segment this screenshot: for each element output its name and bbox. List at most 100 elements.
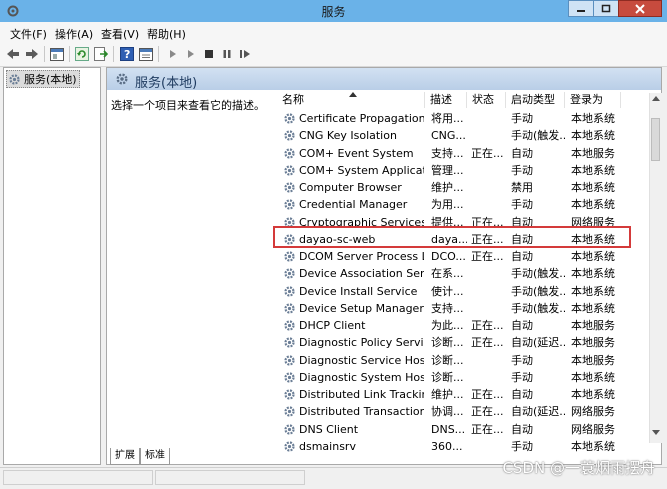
start-alt-icon[interactable] <box>183 46 199 62</box>
service-row[interactable]: Diagnostic Policy Service 诊断... 正在... 自动(延迟… <box>277 334 647 351</box>
back-arrow-icon[interactable] <box>5 46 21 62</box>
gear-icon <box>283 129 296 142</box>
service-logon-as: 本地服务 <box>571 319 615 332</box>
service-row[interactable]: DHCP Client 为此... 正在... 自动 本地服务 <box>277 317 647 334</box>
gear-icon <box>283 181 296 194</box>
service-row[interactable]: CNG Key Isolation CNG... 手动(触发... 本地系统 <box>277 127 647 144</box>
service-description: 在系... <box>431 267 464 281</box>
start-service-icon[interactable] <box>165 46 181 62</box>
service-logon-as: 本地系统 <box>571 129 615 143</box>
service-description: 维护... <box>431 181 464 194</box>
panel-title: 服务(本地) <box>135 76 198 91</box>
maximize-icon <box>601 4 611 13</box>
service-name: Distributed Link Tracking... <box>299 388 424 401</box>
gear-icon <box>283 319 296 332</box>
export-list-icon[interactable] <box>93 46 109 62</box>
service-row[interactable]: Distributed Transaction C... 协调... 正在... 自动… <box>277 403 647 420</box>
service-row[interactable]: Device Install Service 使计... 手动(触发... 本地系统 <box>277 283 647 300</box>
close-button[interactable] <box>618 0 662 17</box>
service-startup-type: 手动 <box>511 163 533 177</box>
service-description: 为用... <box>431 198 464 212</box>
service-row[interactable]: DCOM Server Process La... DCO... 正在... 自动 本地… <box>277 248 647 265</box>
service-logon-as: 本地系统 <box>571 198 615 212</box>
service-startup-type: 禁用 <box>511 181 533 194</box>
service-startup-type: 自动 <box>511 250 533 263</box>
service-description: 管理... <box>431 163 464 177</box>
service-name: Device Install Service <box>299 284 418 298</box>
stop-service-icon[interactable] <box>201 46 217 62</box>
service-description: 诊断... <box>431 336 464 350</box>
service-status: 正在... <box>471 405 504 419</box>
service-logon-as: 本地服务 <box>571 353 615 367</box>
title-bar: 服务 <box>0 0 667 22</box>
scroll-up-icon[interactable] <box>652 96 660 101</box>
sort-ascending-icon <box>349 92 357 97</box>
forward-arrow-icon[interactable] <box>24 46 40 62</box>
properties-icon[interactable] <box>138 46 154 62</box>
menu-view[interactable]: 查看(V) <box>101 26 139 42</box>
scrollbar-thumb[interactable] <box>651 118 660 161</box>
column-header-status[interactable]: 状态 <box>467 92 506 108</box>
scroll-down-icon[interactable] <box>652 430 660 435</box>
services-list: 名称 描述 状态 启动类型 登录为 Certificate Propagatio… <box>277 90 661 453</box>
column-header-logon-as[interactable]: 登录为 <box>565 92 621 108</box>
gear-icon <box>283 147 296 160</box>
minimize-icon <box>577 9 585 12</box>
service-row[interactable]: Computer Browser 维护... 禁用 本地系统 <box>277 179 647 196</box>
column-header-name[interactable]: 名称 <box>277 92 425 108</box>
service-name: DNS Client <box>299 422 359 436</box>
menu-file[interactable]: 文件(F) <box>10 26 47 42</box>
service-row[interactable]: Diagnostic System Host 诊断... 手动 本地系统 <box>277 369 647 386</box>
help-icon[interactable]: ? <box>119 46 135 62</box>
status-cell <box>155 470 305 485</box>
service-row[interactable]: DNS Client DNS... 正在... 自动 网络服务 <box>277 421 647 438</box>
menu-help[interactable]: 帮助(H) <box>147 26 186 42</box>
service-description: 支持... <box>431 301 464 315</box>
service-name: Diagnostic Policy Service <box>299 336 424 350</box>
service-row[interactable]: Device Association Service 在系... 手动(触发... 本… <box>277 265 647 282</box>
service-row[interactable]: COM+ System Application 管理... 手动 本地系统 <box>277 162 647 179</box>
service-row[interactable]: Diagnostic Service Host 诊断... 手动 本地服务 <box>277 352 647 369</box>
tree-item-label: 服务(本地) <box>24 73 77 86</box>
service-row[interactable]: Certificate Propagation 将用... 手动 本地系统 <box>277 110 647 127</box>
service-startup-type: 自动 <box>511 422 533 436</box>
pause-service-icon[interactable] <box>219 46 235 62</box>
column-header-startup-type[interactable]: 启动类型 <box>506 92 565 108</box>
service-description: 将用... <box>431 112 464 125</box>
gear-icon <box>283 250 296 263</box>
service-row[interactable]: Device Setup Manager 支持... 手动(触发... 本地系统 <box>277 300 647 317</box>
minimize-button[interactable] <box>568 0 594 17</box>
refresh-icon[interactable] <box>74 46 90 62</box>
service-row[interactable]: dsmainsrv 360... 手动 本地系统 <box>277 438 647 455</box>
gear-icon <box>283 285 296 298</box>
tree-item-services-local[interactable]: 服务(本地) <box>6 70 80 88</box>
service-logon-as: 本地系统 <box>571 370 615 384</box>
restart-service-icon[interactable] <box>237 46 253 62</box>
service-name: Diagnostic Service Host <box>299 353 424 367</box>
gear-icon <box>283 112 296 125</box>
service-status <box>471 369 505 386</box>
menu-action[interactable]: 操作(A) <box>55 26 93 42</box>
tab-standard[interactable]: 标准 <box>140 448 170 465</box>
description-pane: 选择一个项目来查看它的描述。 <box>107 90 277 440</box>
service-status: 正在... <box>471 388 504 401</box>
vertical-scrollbar[interactable] <box>649 93 662 443</box>
service-startup-type: 手动(触发... <box>511 284 565 298</box>
service-description: 支持... <box>431 146 464 160</box>
console-tree: 服务(本地) <box>3 67 101 465</box>
service-startup-type: 自动(延迟... <box>511 405 565 419</box>
service-name: DCOM Server Process La... <box>299 250 424 263</box>
tab-extended[interactable]: 扩展 <box>110 448 140 465</box>
service-row[interactable]: COM+ Event System 支持... 正在... 自动 本地服务 <box>277 145 647 162</box>
gear-icon <box>283 423 296 436</box>
service-logon-as: 本地服务 <box>571 146 615 160</box>
maximize-button[interactable] <box>593 0 619 17</box>
service-row[interactable]: Credential Manager 为用... 手动 本地系统 <box>277 196 647 213</box>
show-hide-tree-icon[interactable] <box>49 46 65 62</box>
service-row[interactable]: Distributed Link Tracking... 维护... 正在... 自动… <box>277 386 647 403</box>
service-startup-type: 自动 <box>511 388 533 401</box>
gear-icon <box>283 336 296 349</box>
service-logon-as: 本地系统 <box>571 267 615 281</box>
column-header-description[interactable]: 描述 <box>425 92 467 108</box>
gear-icon <box>283 388 296 401</box>
